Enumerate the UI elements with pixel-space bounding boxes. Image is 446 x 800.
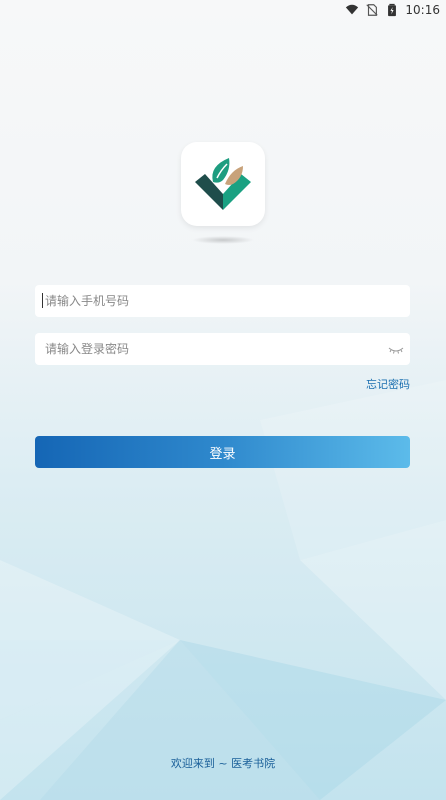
- wifi-icon: [346, 4, 359, 15]
- eye-closed-icon[interactable]: [388, 343, 404, 355]
- logo-card: [181, 142, 265, 226]
- forgot-password-link[interactable]: 忘记密码: [366, 376, 410, 392]
- app-logo: [181, 142, 265, 226]
- status-bar: 10:16: [0, 0, 446, 22]
- background-polygons: [0, 380, 446, 800]
- welcome-text: 欢迎来到 ~ 医考书院: [170, 757, 276, 770]
- login-button[interactable]: 登录: [35, 436, 410, 468]
- phone-input[interactable]: [43, 293, 402, 309]
- password-field[interactable]: [35, 333, 410, 365]
- password-input[interactable]: [43, 341, 402, 357]
- text-cursor: [42, 293, 43, 308]
- status-time: 10:16: [405, 3, 440, 17]
- app-logo-icon: [195, 158, 251, 210]
- phone-field[interactable]: [35, 285, 410, 317]
- logo-shadow: [192, 236, 254, 244]
- battery-icon: [388, 3, 397, 17]
- no-sim-icon: [366, 4, 379, 16]
